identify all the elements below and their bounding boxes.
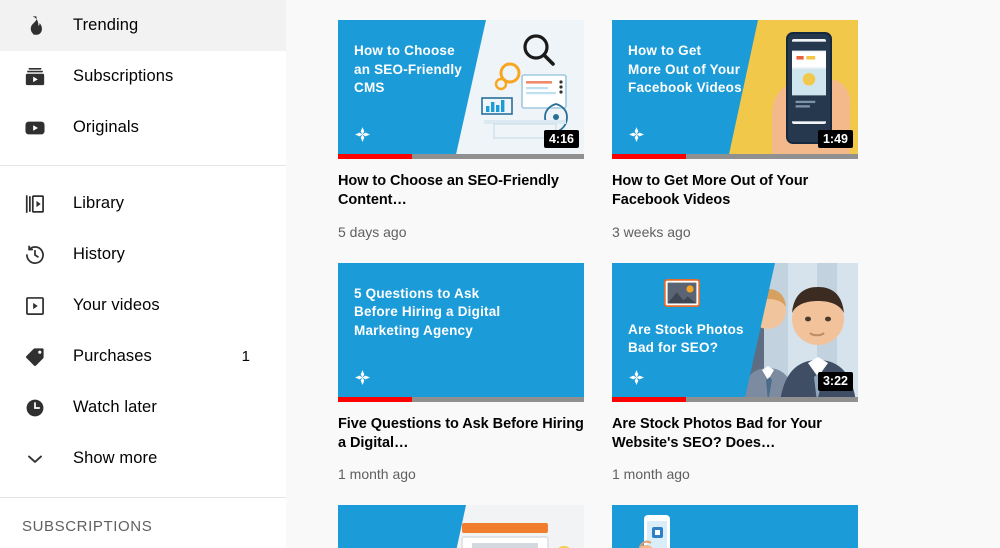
blue-angle-panel — [338, 505, 466, 548]
compass-logo-icon — [629, 127, 644, 142]
compass-logo-icon — [355, 127, 370, 142]
sidebar-item-show-more[interactable]: Show more — [0, 433, 286, 484]
sidebar-item-label: Library — [73, 194, 125, 212]
subscriptions-icon — [22, 64, 48, 90]
video-grid: How to Choose an SEO-Friendly CMS 4:16 H… — [286, 0, 1000, 548]
sidebar-item-trending[interactable]: Trending — [0, 0, 286, 51]
video-duration: 1:49 — [817, 129, 853, 148]
sidebar-item-label: Your videos — [73, 296, 160, 314]
video-title[interactable]: Are Stock Photos Bad for Your Website's … — [612, 415, 860, 454]
video-title[interactable]: How to Get More Out of Your Facebook Vid… — [612, 172, 860, 211]
thumbnail-headline: 5 Questions to Ask Before Hiring a Digit… — [354, 285, 501, 338]
thumbnail-headline: Are Stock Photos Bad for SEO? — [628, 321, 744, 356]
sidebar-item-watch-later[interactable]: Watch later — [0, 382, 286, 433]
brand-logo — [354, 126, 376, 143]
video-card[interactable]: 5 Questions to Ask Before Hiring a Digit… — [338, 262, 612, 483]
thumbnail-headline: How to Get More Out of Your Facebook Vid… — [628, 43, 742, 96]
sidebar-item-label: Purchases — [73, 347, 152, 365]
video-card[interactable]: What to Include in Your Website Redesign… — [338, 505, 612, 548]
youtube-subscriptions-page: Trending Subscriptions Originals Library… — [0, 0, 1000, 548]
video-thumbnail[interactable]: How to Make a Local Digital Marketing Pl… — [612, 505, 858, 548]
sidebar-item-purchases[interactable]: Purchases 1 — [0, 331, 286, 382]
sidebar-item-label: Subscriptions — [73, 67, 174, 85]
originals-icon — [22, 115, 48, 141]
chevron-down-icon — [22, 446, 48, 472]
thumbnail-headline: How to Choose an SEO-Friendly CMS — [354, 43, 463, 96]
sidebar-group-primary: Trending Subscriptions Originals — [0, 0, 286, 153]
brand-logo — [354, 369, 376, 386]
trending-icon — [22, 13, 48, 39]
video-card[interactable]: How to Choose an SEO-Friendly CMS 4:16 H… — [338, 20, 612, 240]
video-meta: 3 weeks ago — [612, 223, 691, 240]
watch-progress-bar — [612, 154, 858, 159]
video-card[interactable]: How to Make a Local Digital Marketing Pl… — [612, 505, 886, 548]
sidebar-item-label: Trending — [73, 16, 139, 34]
video-grid-area: How to Choose an SEO-Friendly CMS 4:16 H… — [286, 0, 1000, 548]
sidebar-item-label: History — [73, 245, 126, 263]
video-title[interactable]: How to Choose an SEO-Friendly Content… — [338, 172, 586, 211]
video-thumbnail[interactable]: How to Get More Out of Your Facebook Vid… — [612, 20, 858, 159]
history-icon — [22, 242, 48, 268]
video-duration: 4:16 — [543, 129, 579, 148]
video-card[interactable]: How to Get More Out of Your Facebook Vid… — [612, 20, 886, 240]
watch-later-icon — [22, 395, 48, 421]
sidebar-item-label: Watch later — [73, 398, 157, 416]
sidebar-item-library[interactable]: Library — [0, 178, 286, 229]
video-thumbnail[interactable]: How to Choose an SEO-Friendly CMS 4:16 — [338, 20, 584, 159]
compass-logo-icon — [355, 369, 370, 385]
video-thumbnail[interactable]: 5 Questions to Ask Before Hiring a Digit… — [338, 262, 584, 402]
library-icon — [22, 191, 48, 217]
sidebar: Trending Subscriptions Originals Library… — [0, 0, 286, 548]
video-meta: 5 days ago — [338, 223, 407, 240]
mobile-hand-illustration — [638, 515, 670, 548]
purchases-tag-icon — [22, 344, 48, 370]
brand-logo — [628, 369, 650, 386]
sidebar-item-label: Show more — [73, 449, 158, 467]
compass-logo-icon — [629, 369, 644, 385]
video-thumbnail[interactable]: What to Include in Your Website Redesign… — [338, 505, 584, 548]
brand-logo — [628, 126, 650, 143]
sidebar-item-label: Originals — [73, 118, 140, 136]
sidebar-item-subscriptions[interactable]: Subscriptions — [0, 51, 286, 102]
subscriptions-section-header: SUBSCRIPTIONS — [22, 518, 153, 535]
purchases-count-badge: 1 — [241, 348, 250, 365]
video-card[interactable]: Are Stock Photos Bad for SEO? 3:22 Are S… — [612, 262, 886, 483]
sidebar-item-originals[interactable]: Originals — [0, 102, 286, 153]
watch-progress-bar — [612, 396, 858, 402]
video-thumbnail[interactable]: Are Stock Photos Bad for SEO? 3:22 — [612, 262, 858, 402]
video-meta: 1 month ago — [612, 466, 690, 483]
video-meta: 1 month ago — [338, 466, 416, 483]
your-videos-icon — [22, 293, 48, 319]
watch-progress-bar — [338, 396, 584, 402]
sidebar-group-library: Library History Your videos Purchases 1 … — [0, 178, 286, 484]
watch-progress-bar — [338, 154, 584, 159]
sidebar-item-history[interactable]: History — [0, 229, 286, 280]
sidebar-item-your-videos[interactable]: Your videos — [0, 280, 286, 331]
video-title[interactable]: Five Questions to Ask Before Hiring a Di… — [338, 415, 586, 454]
video-duration: 3:22 — [817, 372, 853, 391]
sidebar-divider-1 — [0, 165, 286, 166]
image-placeholder-icon — [664, 278, 700, 307]
